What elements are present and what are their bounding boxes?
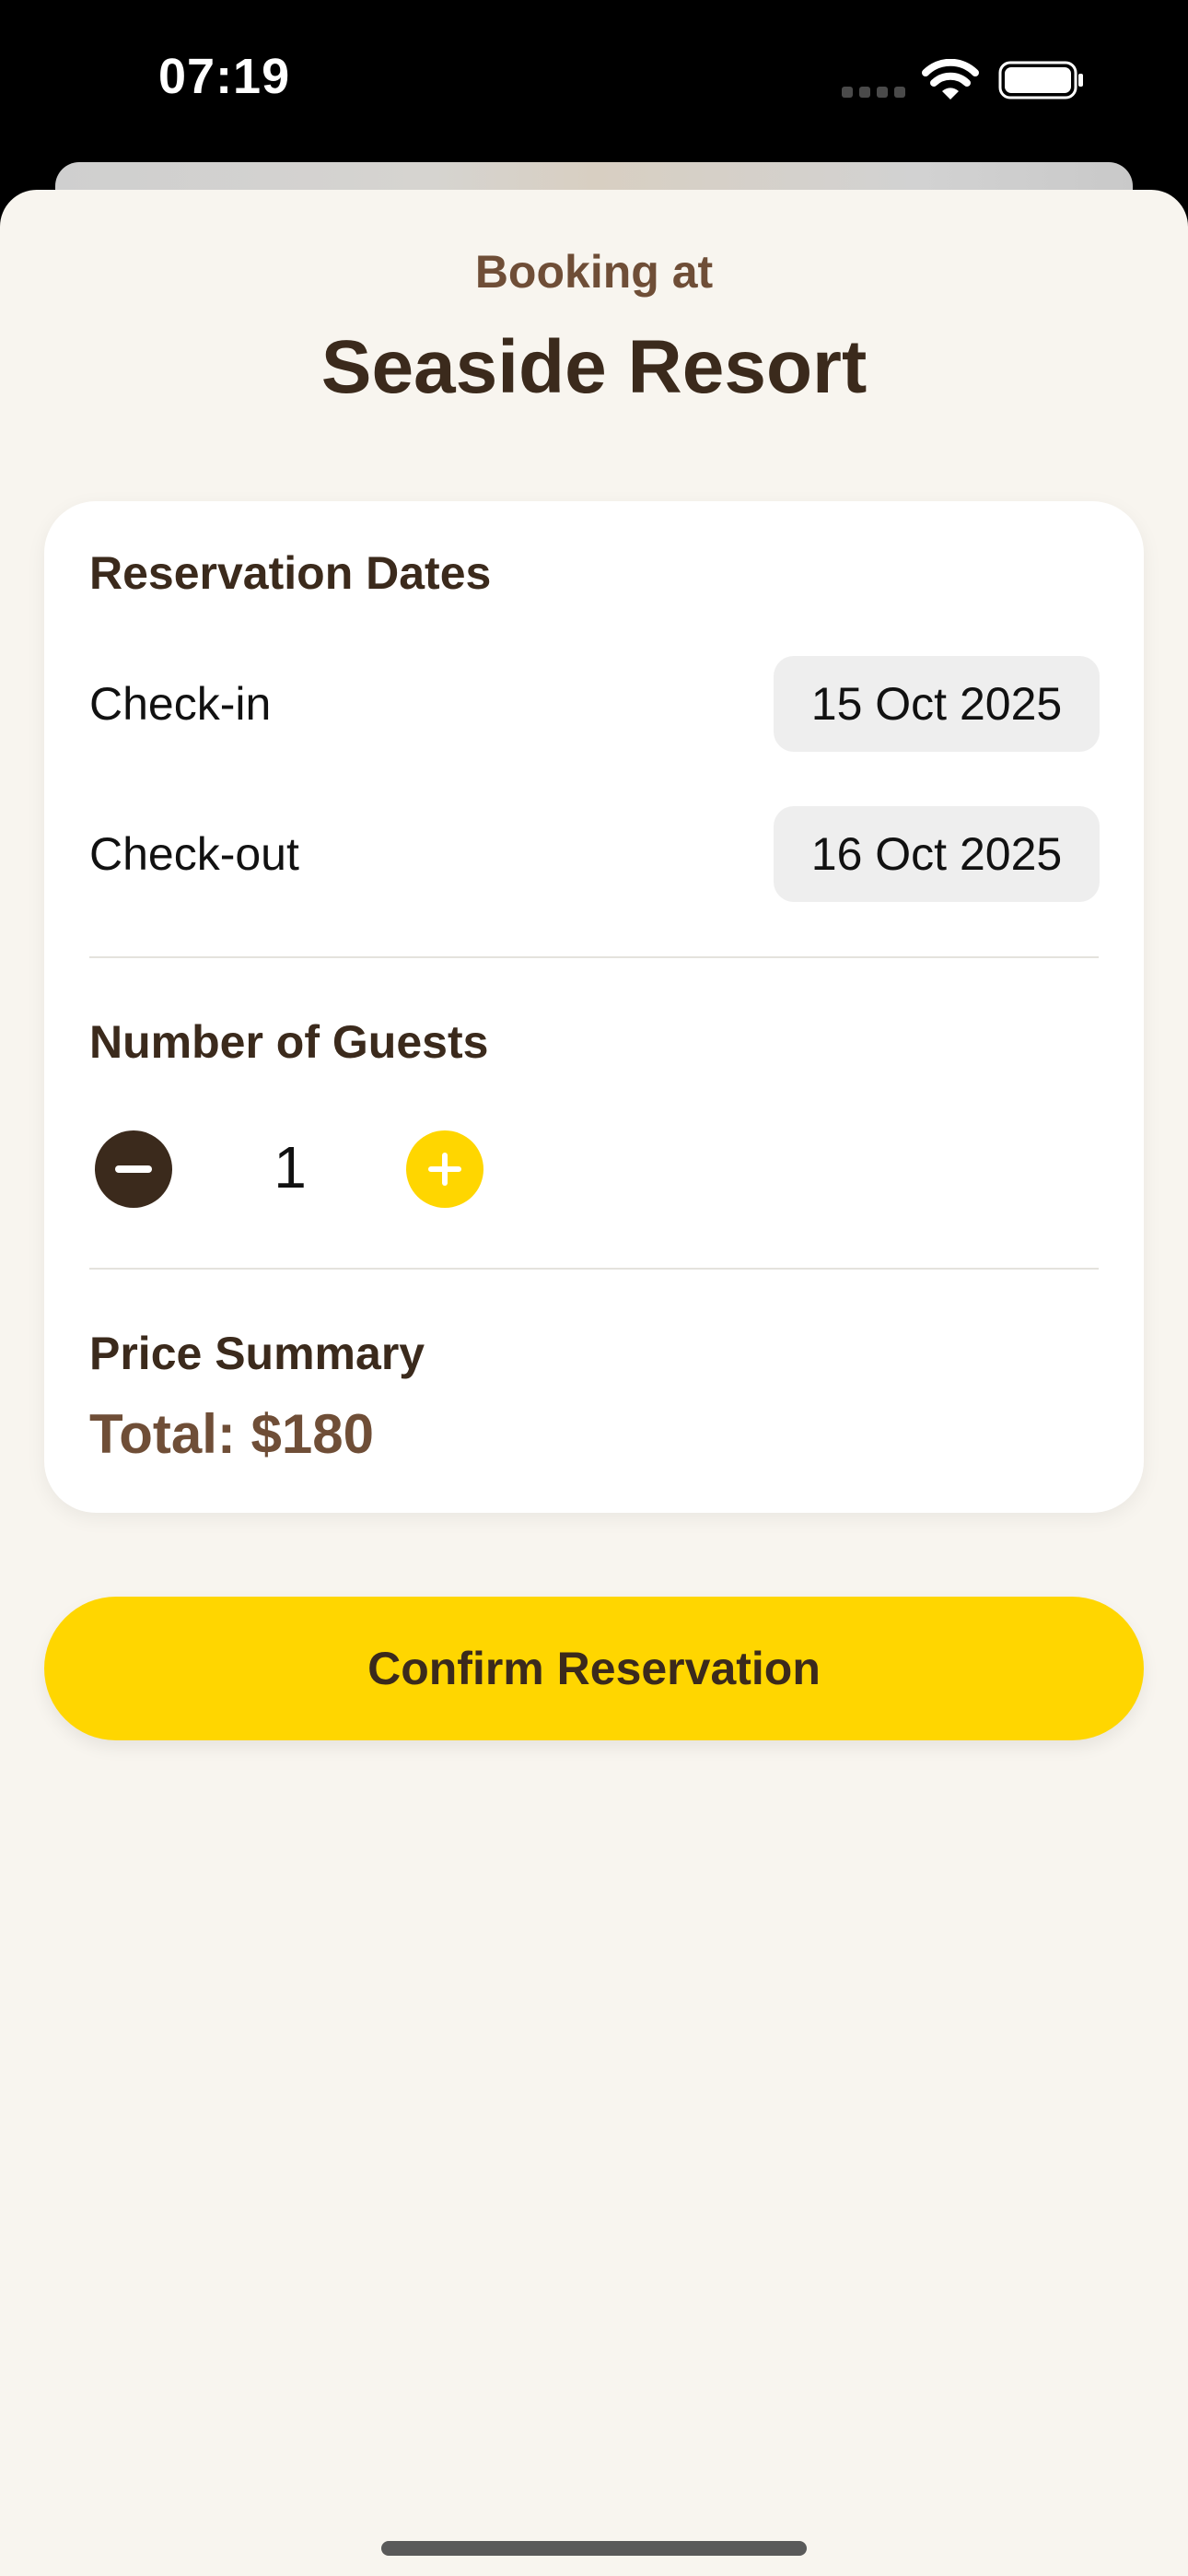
price-total: Total: $180 xyxy=(89,1403,374,1465)
check-in-date-picker[interactable]: 15 Oct 2025 xyxy=(774,656,1100,752)
wifi-icon xyxy=(922,59,979,100)
increase-guests-button[interactable] xyxy=(406,1130,483,1208)
status-bar: 07:19 xyxy=(0,0,1188,164)
plus-icon xyxy=(428,1153,461,1186)
check-in-label: Check-in xyxy=(89,678,272,730)
resort-title: Seaside Resort xyxy=(320,325,868,409)
reservation-dates-heading: Reservation Dates xyxy=(89,547,492,599)
price-summary-heading: Price Summary xyxy=(89,1328,425,1379)
guest-count: 1 xyxy=(274,1134,307,1200)
home-indicator[interactable] xyxy=(381,2541,807,2556)
check-out-date-picker[interactable]: 16 Oct 2025 xyxy=(774,806,1100,902)
battery-icon xyxy=(998,61,1083,100)
minus-icon xyxy=(115,1165,152,1173)
decrease-guests-button[interactable] xyxy=(95,1130,172,1208)
divider xyxy=(89,956,1099,958)
booking-subtitle: Booking at xyxy=(474,246,714,298)
divider xyxy=(89,1268,1099,1270)
guests-heading: Number of Guests xyxy=(89,1016,489,1068)
confirm-reservation-button[interactable]: Confirm Reservation xyxy=(44,1597,1144,1740)
check-out-label: Check-out xyxy=(89,828,299,880)
status-time: 07:19 xyxy=(158,49,291,104)
signal-icon xyxy=(842,87,905,98)
